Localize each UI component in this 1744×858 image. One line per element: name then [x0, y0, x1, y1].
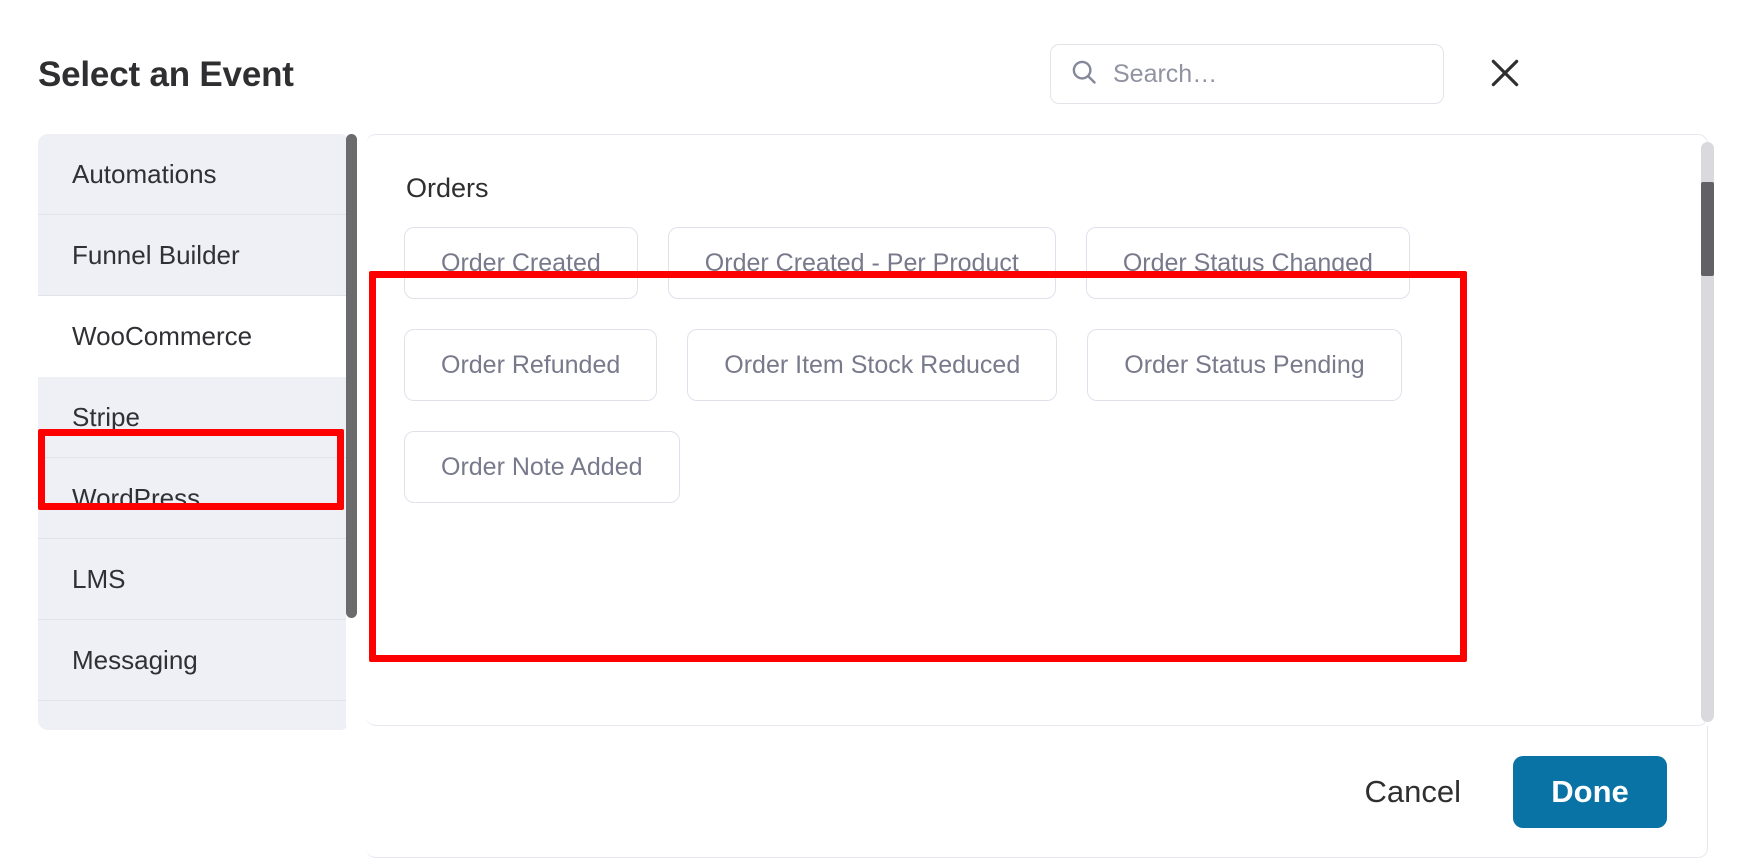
event-group-title: Orders — [406, 173, 489, 203]
sidebar-item-label: Automations — [72, 158, 217, 189]
sidebar-item-stripe[interactable]: Stripe — [38, 377, 350, 458]
page-title: Select an Event — [38, 55, 294, 94]
sidebar-item-label: Funnel Builder — [72, 239, 240, 270]
cancel-button[interactable]: Cancel — [1361, 766, 1466, 818]
event-chip-label: Order Item Stock Reduced — [724, 350, 1021, 379]
close-button[interactable] — [1479, 48, 1531, 100]
sidebar-item-partial[interactable] — [38, 701, 350, 730]
event-chip-order-status-changed[interactable]: Order Status Changed — [1085, 227, 1410, 299]
event-chip-label: Order Note Added — [441, 452, 643, 481]
event-grid: Order Created Order Created - Per Product… — [404, 227, 1474, 503]
event-list-panel: Orders Order Created Order Created - Per … — [366, 134, 1708, 726]
event-chip-order-status-pending[interactable]: Order Status Pending — [1087, 329, 1402, 401]
sidebar-item-funnel-builder[interactable]: Funnel Builder — [38, 215, 350, 296]
search-icon — [1069, 57, 1099, 92]
event-chip-label: Order Created — [441, 248, 601, 277]
sidebar-item-label: Stripe — [72, 401, 140, 432]
modal-footer: Cancel Done — [366, 726, 1708, 858]
search-field[interactable] — [1050, 44, 1444, 104]
category-sidebar: Automations Funnel Builder WooCommerce Stri… — [38, 134, 350, 730]
sidebar-scrollbar-thumb[interactable] — [346, 134, 357, 618]
event-chip-label: Order Refunded — [441, 350, 621, 379]
select-event-modal: Select an Event Automations Funnel Builde… — [0, 0, 1744, 858]
event-chip-label: Order Created - Per Product — [704, 248, 1019, 277]
event-chip-order-item-stock-reduced[interactable]: Order Item Stock Reduced — [687, 329, 1058, 401]
event-chip-order-refunded[interactable]: Order Refunded — [404, 329, 658, 401]
sidebar-item-label: Messaging — [72, 644, 198, 675]
event-chip-label: Order Status Changed — [1122, 248, 1373, 277]
event-chip-label: Order Status Pending — [1124, 350, 1365, 379]
close-icon — [1485, 53, 1525, 96]
sidebar-item-label: LMS — [72, 563, 126, 594]
sidebar-item-wordpress[interactable]: WordPress — [38, 458, 350, 539]
event-chip-order-note-added[interactable]: Order Note Added — [404, 431, 680, 503]
modal-header: Select an Event — [0, 0, 1744, 132]
sidebar-item-messaging[interactable]: Messaging — [38, 620, 350, 701]
search-input[interactable] — [1113, 54, 1435, 94]
sidebar-item-lms[interactable]: LMS — [38, 539, 350, 620]
modal-body: Automations Funnel Builder WooCommerce Stri… — [0, 132, 1744, 858]
event-chip-order-created[interactable]: Order Created — [404, 227, 638, 299]
done-button[interactable]: Done — [1513, 755, 1667, 828]
sidebar-item-automations[interactable]: Automations — [38, 134, 350, 215]
event-chip-order-created-per-product[interactable]: Order Created - Per Product — [667, 227, 1056, 299]
content-scrollbar-thumb[interactable] — [1701, 182, 1714, 276]
sidebar-item-label: WooCommerce — [72, 320, 253, 351]
sidebar-item-woocommerce[interactable]: WooCommerce — [38, 296, 350, 377]
sidebar-item-label: WordPress — [72, 482, 201, 513]
